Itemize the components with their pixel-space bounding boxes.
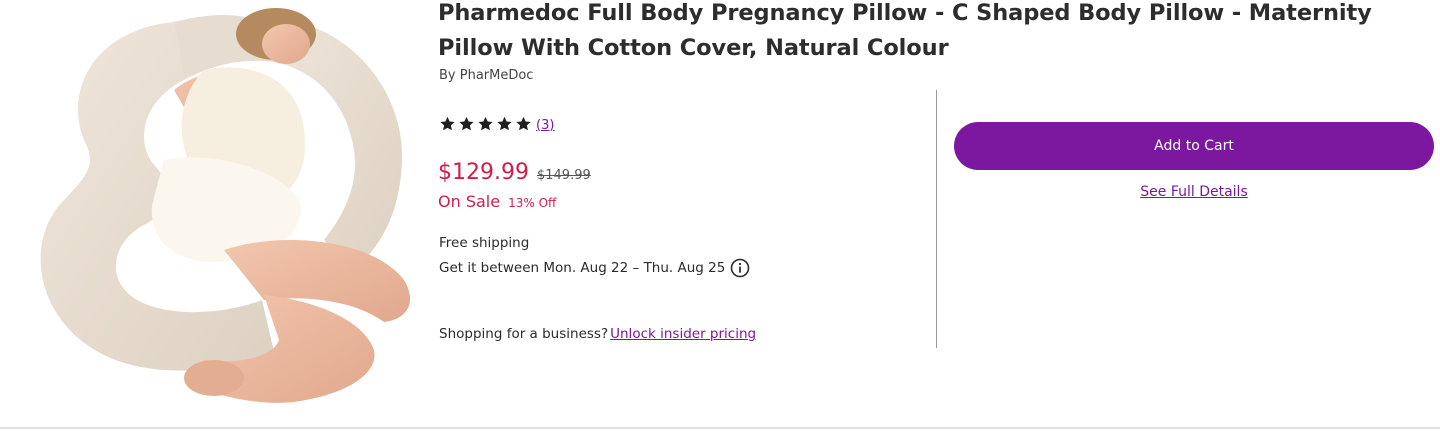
sale-badge-row: On Sale 13% Off: [438, 192, 556, 211]
star-icon: [478, 116, 493, 131]
star-icon: [516, 116, 531, 131]
pregnancy-pillow-illustration: [40, 8, 411, 403]
star-rating: [438, 115, 533, 133]
delivery-text: Get it between Mon. Aug 22 – Thu. Aug 25: [439, 260, 726, 276]
business-pricing: Shopping for a business? Unlock insider p…: [439, 326, 756, 342]
on-sale-label: On Sale: [438, 192, 501, 211]
star-icon: [459, 116, 474, 131]
product-title: Pharmedoc Full Body Pregnancy Pillow - C…: [438, 0, 1372, 61]
star-icon: [440, 116, 455, 131]
sale-price: $129.99: [438, 160, 529, 185]
shipping-text: Free shipping: [439, 235, 530, 251]
review-count-link[interactable]: (3): [536, 118, 554, 133]
add-to-cart-button[interactable]: Add to Cart: [954, 122, 1434, 170]
original-price: $149.99: [536, 168, 591, 183]
info-icon[interactable]: [730, 258, 750, 278]
business-prompt: Shopping for a business?: [439, 326, 609, 342]
discount-label: 13% Off: [508, 196, 557, 210]
brand-byline[interactable]: By PharMeDoc: [439, 68, 533, 83]
product-image[interactable]: [24, 0, 414, 412]
section-divider: [0, 427, 1440, 429]
delivery-estimate: Get it between Mon. Aug 22 – Thu. Aug 25: [439, 258, 750, 278]
price-row: $129.99 $149.99: [438, 160, 591, 185]
insider-pricing-link[interactable]: Unlock insider pricing: [610, 326, 756, 342]
see-full-details-link[interactable]: See Full Details: [954, 184, 1434, 200]
rating-row[interactable]: (3): [438, 115, 554, 133]
column-divider: [936, 90, 937, 348]
star-icon: [497, 116, 512, 131]
